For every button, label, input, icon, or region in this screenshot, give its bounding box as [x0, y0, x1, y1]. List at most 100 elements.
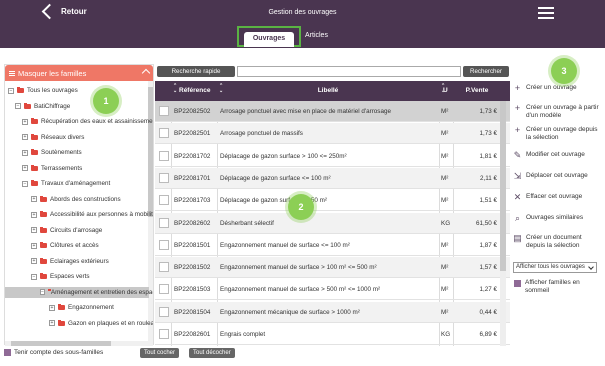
table-row[interactable]: BP22082501 Arrosage ponctuel de massifs M²… — [155, 123, 510, 145]
table-row[interactable]: BP22081501 Engazonnement manuel de surfac… — [155, 235, 510, 256]
check-all-button[interactable]: Tout cocher — [140, 348, 180, 358]
tree-node[interactable]: − Tous les ouvrages — [8, 85, 78, 96]
tree-node-label: Abords des constructions — [50, 195, 121, 203]
folder-icon — [31, 164, 38, 171]
table-scrollbar[interactable] — [500, 101, 506, 346]
tree-node-label: Tous les ouvrages — [27, 87, 78, 94]
subfamily-option[interactable]: Tenir compte des sous-familles — [4, 349, 103, 356]
subfamily-checkbox[interactable] — [4, 349, 11, 356]
table-row[interactable]: BP22081703 Déplacage de gazon surface > 2… — [155, 190, 510, 212]
action-1[interactable]: + Créer un ouvrage — [513, 84, 602, 93]
row-checkbox[interactable] — [159, 306, 169, 317]
table-row[interactable]: BP22081504 Engazonnement mécanique de sur… — [155, 301, 510, 323]
folder-icon — [40, 211, 47, 217]
action-6[interactable]: ✕ Effacer cet ouvrage — [513, 193, 602, 202]
column-unit[interactable]: ⌃ ⌄ U — [439, 81, 453, 101]
family-tree: − Tous les ouvrages − BatiChiffrage + Récupér… — [5, 81, 153, 346]
search-input[interactable] — [237, 66, 461, 77]
column-reference[interactable]: ⌃ ⌄ Référence — [171, 81, 217, 101]
table-row[interactable]: BP22081702 Déplacage de gazon surface > 1… — [155, 146, 510, 167]
tree-node[interactable]: + Accessibilité aux personnes à mobilité … — [31, 209, 153, 220]
row-checkbox[interactable] — [159, 239, 169, 250]
menu-icon[interactable] — [538, 7, 554, 19]
cell-reference: BP22081503 — [174, 286, 211, 294]
row-checkbox[interactable] — [159, 172, 169, 183]
cell-reference: BP22081702 — [174, 152, 211, 160]
uncheck-all-button[interactable]: Tout décocher — [189, 348, 235, 358]
hide-families-label: Masquer les familles — [18, 68, 87, 78]
action-7[interactable]: ⌕ Ouvrages similaires — [513, 213, 602, 223]
cell-unit: M² — [441, 286, 449, 294]
expand-icon[interactable]: + — [31, 258, 37, 264]
row-checkbox[interactable] — [159, 217, 169, 228]
action-5[interactable]: ⇲ Déplacer cet ouvrage — [513, 172, 602, 181]
tree-node[interactable]: − Espaces verts — [31, 271, 90, 282]
sleep-families-option[interactable]: Afficher familles en sommeil — [514, 279, 597, 295]
expand-icon[interactable]: + — [22, 165, 28, 171]
tab-ouvrages[interactable]: Ouvrages — [237, 26, 301, 47]
expand-icon[interactable]: + — [31, 211, 37, 218]
row-checkbox[interactable] — [159, 284, 169, 295]
collapse-icon[interactable]: − — [31, 273, 37, 280]
table-row[interactable]: BP22082602 Désherbant sélectif KG 61,50 € — [155, 212, 510, 234]
expand-icon[interactable]: + — [22, 149, 28, 156]
tree-node[interactable]: + Engazonnement — [49, 302, 114, 313]
action-3[interactable]: + Créer un ouvrage depuis la sélection — [513, 126, 602, 142]
expand-icon[interactable]: + — [49, 320, 55, 326]
expand-icon[interactable]: + — [31, 196, 37, 202]
tree-node[interactable]: + Soutènements — [22, 147, 82, 158]
tree-node-label: Terrassements — [41, 164, 83, 172]
action-2[interactable]: + Créer un ouvrage à partir d'un modèle — [513, 104, 602, 120]
filter-select[interactable]: Afficher tous les ouvrages — [513, 262, 597, 273]
tree-node[interactable]: − BatiChiffrage — [15, 101, 70, 112]
tree-node[interactable]: + Terrassements — [22, 163, 82, 174]
table-row[interactable]: BP22081503 Engazonnement manuel de surfac… — [155, 279, 510, 301]
row-checkbox[interactable] — [159, 106, 169, 116]
table-row[interactable]: BP22081502 Engazonnement manuel de surfac… — [155, 257, 510, 279]
cell-price: 0,44 € — [479, 308, 497, 316]
hide-families-toggle[interactable]: Masquer les familles — [5, 65, 153, 81]
tree-node[interactable]: + Gazon en plaques et en rouleaux — [49, 318, 153, 329]
tree-node[interactable]: + Réseaux divers — [22, 132, 84, 143]
tab-articles[interactable]: Articles — [305, 32, 328, 39]
cell-reference: BP22081504 — [174, 308, 211, 316]
collapse-icon[interactable]: − — [15, 103, 21, 109]
tree-node[interactable]: + Récupération des eaux et assainissement — [22, 116, 153, 127]
table-row[interactable]: BP22082601 Engrais complet KG 6,89 € — [155, 324, 510, 345]
expand-icon[interactable]: + — [22, 134, 28, 140]
column-libelle[interactable]: ⌃ ⌄ Libellé — [217, 81, 439, 101]
expand-icon[interactable]: + — [31, 242, 37, 249]
search-button[interactable]: Rechercher — [463, 66, 509, 77]
tree-node[interactable]: − Travaux d'aménagement — [22, 178, 110, 189]
action-label: Créer un document depuis la sélection — [526, 234, 582, 249]
callout-badge-2: 2 — [288, 194, 314, 220]
row-checkbox[interactable] — [159, 262, 169, 273]
expand-icon[interactable]: + — [31, 227, 37, 233]
cell-libelle: Engrais complet — [220, 331, 266, 338]
cell-reference: BP22081703 — [174, 197, 211, 205]
collapse-icon[interactable]: − — [8, 87, 14, 94]
row-checkbox[interactable] — [159, 195, 169, 206]
collapse-icon[interactable]: − — [22, 180, 28, 187]
tree-node[interactable]: + Circuits d'arrosage — [31, 225, 102, 236]
row-checkbox[interactable] — [159, 128, 169, 139]
tree-node[interactable]: + Clôtures et accès — [31, 240, 99, 251]
tree-node[interactable]: −Aménagement et entretien des espaces ve… — [5, 286, 153, 298]
table-row[interactable]: BP22081701 Déplacage de gazon surface <= … — [155, 167, 510, 189]
sleep-families-checkbox[interactable] — [514, 280, 521, 287]
row-checkbox[interactable] — [159, 329, 169, 339]
tree-horizontal-scrollbar[interactable] — [5, 341, 149, 346]
search-icon: ⌕ — [514, 213, 521, 223]
expand-icon[interactable]: + — [22, 118, 28, 125]
row-checkbox[interactable] — [159, 150, 169, 161]
action-4[interactable]: ✎ Modifier cet ouvrage — [513, 151, 602, 160]
collapse-icon[interactable]: − — [40, 289, 45, 295]
column-price[interactable]: P.Vente — [453, 81, 501, 101]
table-row[interactable]: BP22082502 Arrosage ponctuel avec mise en… — [155, 101, 510, 122]
tree-node[interactable]: + Eclairages extérieurs — [31, 256, 109, 267]
tree-node[interactable]: + Abords des constructions — [31, 194, 121, 205]
action-label: Ouvrages similaires — [526, 214, 584, 221]
action-8[interactable]: ▤ Créer un document depuis la sélection — [513, 234, 602, 250]
quick-search-button[interactable]: Recherche rapide — [157, 66, 235, 77]
expand-icon[interactable]: + — [49, 304, 55, 311]
